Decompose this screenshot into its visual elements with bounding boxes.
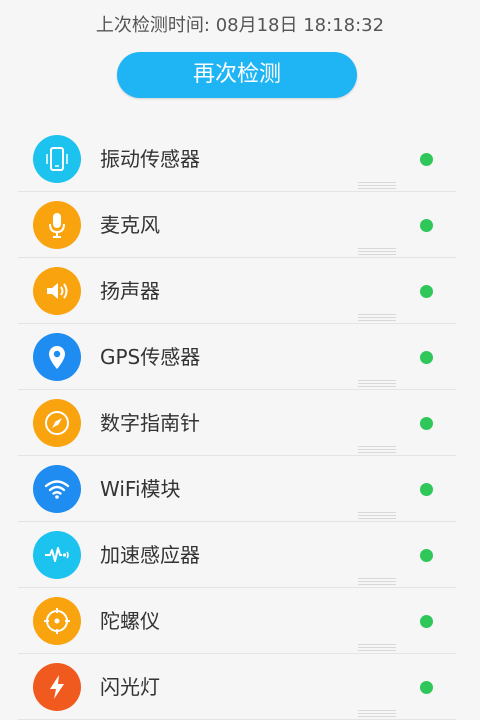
- sensor-row-accelerometer[interactable]: 加速感应器: [0, 522, 480, 588]
- gyroscope-icon: [33, 597, 81, 645]
- sensor-label: 加速感应器: [100, 543, 200, 567]
- sensor-label: 振动传感器: [100, 147, 200, 171]
- sensor-row-microphone[interactable]: 麦克风: [0, 192, 480, 258]
- status-ok-dot: [420, 483, 433, 496]
- sensor-label: 麦克风: [100, 213, 160, 237]
- row-grip: [358, 380, 396, 387]
- phone-vibration-icon: [33, 135, 81, 183]
- row-grip: [358, 710, 396, 717]
- row-grip: [358, 644, 396, 651]
- location-pin-icon: [33, 333, 81, 381]
- sensor-label: WiFi模块: [100, 477, 181, 501]
- speaker-icon: [33, 267, 81, 315]
- sensor-row-flashlight[interactable]: 闪光灯: [0, 654, 480, 720]
- microphone-icon: [33, 201, 81, 249]
- compass-icon: [33, 399, 81, 447]
- sensor-row-gps[interactable]: GPS传感器: [0, 324, 480, 390]
- sensor-row-gyroscope[interactable]: 陀螺仪: [0, 588, 480, 654]
- sensor-label: 数字指南针: [100, 411, 200, 435]
- row-grip: [358, 578, 396, 585]
- sensor-row-wifi[interactable]: WiFi模块: [0, 456, 480, 522]
- wifi-icon: [33, 465, 81, 513]
- sensor-row-compass[interactable]: 数字指南针: [0, 390, 480, 456]
- row-grip: [358, 512, 396, 519]
- status-ok-dot: [420, 681, 433, 694]
- flash-icon: [33, 663, 81, 711]
- sensor-label: 陀螺仪: [100, 609, 160, 633]
- status-ok-dot: [420, 417, 433, 430]
- sensor-label: GPS传感器: [100, 345, 201, 369]
- last-check-time: 上次检测时间: 08月18日 18:18:32: [95, 15, 385, 36]
- row-grip: [358, 446, 396, 453]
- status-ok-dot: [420, 615, 433, 628]
- status-ok-dot: [420, 219, 433, 232]
- sensor-list: 振动传感器 麦克风 扬声器 GPS传感器 数字指南针 WiFi模块 加速感应器 …: [0, 126, 480, 720]
- row-grip: [358, 248, 396, 255]
- status-ok-dot: [420, 153, 433, 166]
- row-grip: [358, 314, 396, 321]
- sensor-row-vibration[interactable]: 振动传感器: [0, 126, 480, 192]
- sensor-row-speaker[interactable]: 扬声器: [0, 258, 480, 324]
- status-ok-dot: [420, 549, 433, 562]
- sensor-label: 扬声器: [100, 279, 160, 303]
- row-grip: [358, 182, 396, 189]
- status-ok-dot: [420, 351, 433, 364]
- pulse-icon: [33, 531, 81, 579]
- recheck-button[interactable]: 再次检测: [117, 52, 357, 98]
- status-ok-dot: [420, 285, 433, 298]
- sensor-label: 闪光灯: [100, 675, 160, 699]
